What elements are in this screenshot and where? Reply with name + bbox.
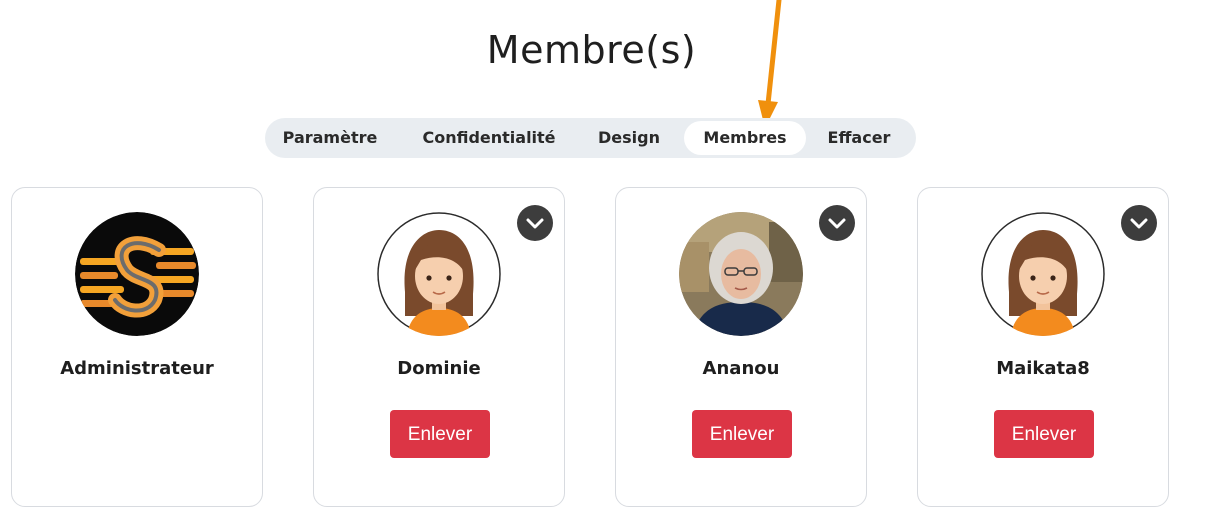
member-name: Maikata8 bbox=[996, 358, 1090, 379]
member-name: Dominie bbox=[397, 358, 481, 379]
chevron-down-icon[interactable] bbox=[517, 205, 553, 241]
logo-s-avatar-icon bbox=[75, 212, 199, 336]
tab-membres[interactable]: Membres bbox=[684, 121, 806, 155]
settings-tab-bar: Paramètre Confidentialité Design Membres… bbox=[265, 118, 916, 158]
member-card-maikata8: Maikata8 Enlever bbox=[917, 187, 1169, 507]
member-card-administrateur: Administrateur bbox=[11, 187, 263, 507]
tab-design[interactable]: Design bbox=[592, 121, 666, 155]
remove-member-button[interactable]: Enlever bbox=[994, 410, 1094, 458]
chevron-down-icon[interactable] bbox=[1121, 205, 1157, 241]
default-female-avatar-icon bbox=[377, 212, 501, 336]
remove-member-button[interactable]: Enlever bbox=[390, 410, 490, 458]
tab-confidentialite[interactable]: Confidentialité bbox=[415, 121, 563, 155]
default-female-avatar-icon bbox=[981, 212, 1105, 336]
member-name: Administrateur bbox=[60, 358, 214, 379]
tab-effacer[interactable]: Effacer bbox=[817, 121, 901, 155]
tab-parametre[interactable]: Paramètre bbox=[279, 121, 381, 155]
remove-member-button[interactable]: Enlever bbox=[692, 410, 792, 458]
chevron-down-icon[interactable] bbox=[819, 205, 855, 241]
member-card-ananou: Ananou Enlever bbox=[615, 187, 867, 507]
member-name: Ananou bbox=[702, 358, 780, 379]
member-card-dominie: Dominie Enlever bbox=[313, 187, 565, 507]
photo-avatar-icon bbox=[679, 212, 803, 336]
